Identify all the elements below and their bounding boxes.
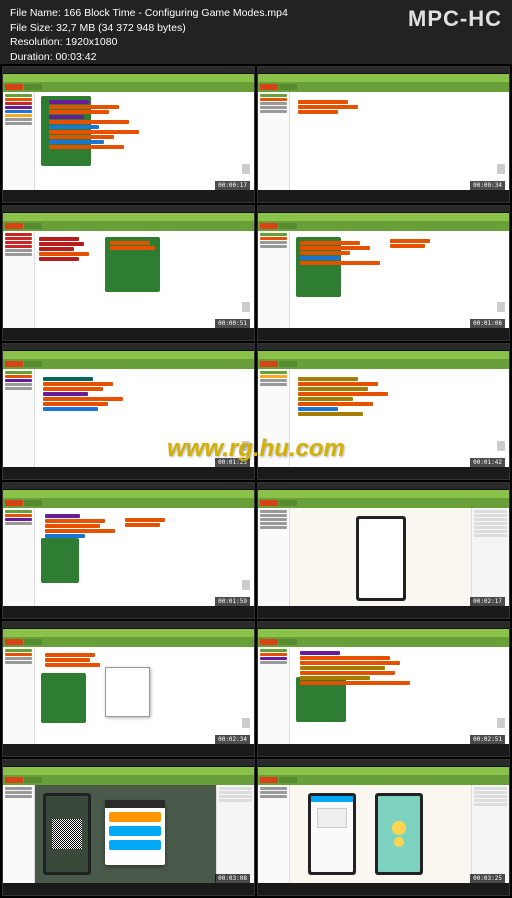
blocks-palette[interactable]: [3, 647, 35, 745]
thumbnail-timestamp: 00:03:08: [215, 874, 250, 883]
blocks-palette[interactable]: [3, 508, 35, 606]
phone-preview: [43, 793, 91, 875]
blocks-workspace[interactable]: [290, 231, 509, 329]
thumbnail-timestamp: 00:01:42: [470, 458, 505, 467]
thumbnail-timestamp: 00:01:08: [470, 319, 505, 328]
thumbnail[interactable]: 00:01:59: [2, 482, 255, 619]
thumbnail[interactable]: 00:01:42: [257, 343, 510, 480]
designer-viewer[interactable]: [290, 785, 471, 883]
trash-icon[interactable]: [242, 164, 250, 174]
thumbnail-timestamp: 00:02:51: [470, 735, 505, 744]
thumbnail-timestamp: 00:02:34: [215, 735, 250, 744]
designer-viewer[interactable]: [35, 785, 216, 883]
designer-viewer[interactable]: [290, 508, 471, 606]
os-taskbar: [3, 190, 254, 202]
trash-icon[interactable]: [242, 441, 250, 451]
blocks-palette[interactable]: [258, 92, 290, 190]
blocks-workspace[interactable]: [35, 231, 254, 329]
app-header-bar: [3, 74, 254, 82]
dialog-box[interactable]: [105, 800, 165, 865]
thumbnail[interactable]: 00:00:34: [257, 66, 510, 203]
filename-label: File Name:: [10, 7, 61, 19]
thumbnail-timestamp: 00:03:25: [470, 874, 505, 883]
component-palette[interactable]: [258, 508, 290, 606]
blocks-workspace[interactable]: [35, 369, 254, 467]
trash-icon[interactable]: [497, 164, 505, 174]
component-palette[interactable]: [258, 785, 290, 883]
trash-icon[interactable]: [242, 302, 250, 312]
resolution-value: 1920x1080: [65, 36, 117, 48]
toolbar-button[interactable]: [24, 84, 42, 90]
thumbnail[interactable]: 00:03:25: [257, 759, 510, 896]
thumbnail[interactable]: 00:03:08: [2, 759, 255, 896]
thumbnail-timestamp: 00:00:17: [215, 181, 250, 190]
trash-icon[interactable]: [242, 718, 250, 728]
thumbnail-timestamp: 00:01:59: [215, 597, 250, 606]
blocks-palette[interactable]: [258, 369, 290, 467]
thumbnail-grid: 00:00:17 00:00:34: [0, 64, 512, 898]
qr-code: [52, 819, 82, 849]
thumbnail[interactable]: 00:02:34: [2, 621, 255, 758]
thumbnail-timestamp: 00:02:17: [470, 597, 505, 606]
blocks-palette[interactable]: [258, 231, 290, 329]
blocks-workspace[interactable]: [35, 92, 254, 190]
context-menu[interactable]: [105, 667, 150, 717]
properties-panel[interactable]: [216, 785, 254, 883]
filesize-value: 32,7 MB (34 372 948 bytes): [56, 22, 186, 34]
duration-label: Duration:: [10, 51, 53, 63]
thumbnail-timestamp: 00:00:51: [215, 319, 250, 328]
thumbnail[interactable]: 00:02:51: [257, 621, 510, 758]
filename-value: 166 Block Time - Configuring Game Modes.…: [64, 7, 288, 19]
duration-value: 00:03:42: [56, 51, 97, 63]
blocks-workspace[interactable]: [35, 508, 254, 606]
smiley-icon: [392, 821, 406, 835]
toolbar-button[interactable]: [5, 84, 23, 90]
trash-icon[interactable]: [497, 441, 505, 451]
blocks-workspace[interactable]: [35, 647, 254, 745]
window-titlebar: [3, 67, 254, 74]
blocks-workspace[interactable]: [290, 92, 509, 190]
blocks-workspace[interactable]: [290, 647, 509, 745]
player-app-name: MPC-HC: [408, 6, 502, 32]
thumbnail[interactable]: 00:01:08: [257, 205, 510, 342]
phone-preview-running: [375, 793, 423, 875]
thumbnail-timestamp: 00:00:34: [470, 181, 505, 190]
thumbnail-timestamp: 00:01:25: [215, 458, 250, 467]
properties-panel[interactable]: [471, 785, 509, 883]
smiley-icon: [394, 837, 404, 847]
filesize-label: File Size:: [10, 22, 53, 34]
resolution-label: Resolution:: [10, 36, 63, 48]
component-palette[interactable]: [3, 785, 35, 883]
video-metadata-header: File Name: 166 Block Time - Configuring …: [0, 0, 512, 64]
blocks-palette[interactable]: [3, 92, 35, 190]
phone-preview: [308, 793, 356, 875]
blocks-palette[interactable]: [258, 647, 290, 745]
properties-panel[interactable]: [471, 508, 509, 606]
app-toolbar: [3, 82, 254, 92]
thumbnail[interactable]: 00:00:17: [2, 66, 255, 203]
blocks-workspace[interactable]: [290, 369, 509, 467]
thumbnail[interactable]: 00:01:25: [2, 343, 255, 480]
thumbnail[interactable]: 00:00:51: [2, 205, 255, 342]
blocks-palette[interactable]: [3, 369, 35, 467]
trash-icon[interactable]: [242, 580, 250, 590]
phone-preview: [356, 516, 406, 601]
trash-icon[interactable]: [497, 718, 505, 728]
blocks-palette[interactable]: [3, 231, 35, 329]
trash-icon[interactable]: [497, 302, 505, 312]
thumbnail[interactable]: 00:02:17: [257, 482, 510, 619]
